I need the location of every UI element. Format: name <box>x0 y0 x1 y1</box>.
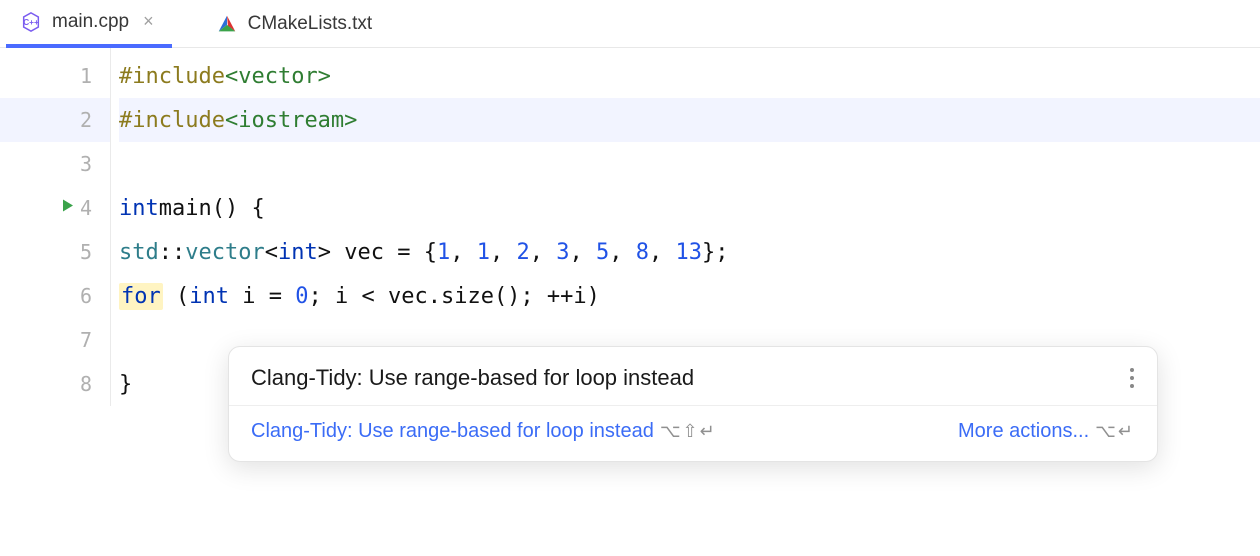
tab-cmakelists[interactable]: CMakeLists.txt <box>202 0 387 48</box>
more-actions-link[interactable]: More actions... <box>958 420 1089 443</box>
code-line[interactable]: int main() { <box>119 186 1260 230</box>
tab-bar: C++ main.cpp × CMakeLists.txt <box>0 0 1260 48</box>
line-number: 8 <box>62 372 92 396</box>
tab-label: main.cpp <box>52 11 129 33</box>
run-icon[interactable] <box>60 198 76 219</box>
shortcut-label: ⌥↵ <box>1095 421 1135 442</box>
cmake-file-icon <box>216 13 238 35</box>
code-line[interactable]: std::vector<int> vec = {1, 1, 2, 3, 5, 8… <box>119 230 1260 274</box>
line-number: 1 <box>62 64 92 88</box>
line-number: 6 <box>62 284 92 308</box>
svg-text:C++: C++ <box>23 17 39 26</box>
code-line[interactable] <box>119 142 1260 186</box>
warning-highlight[interactable]: for <box>119 283 163 310</box>
code-line[interactable]: #include <iostream> <box>119 98 1260 142</box>
inspection-tooltip: Clang-Tidy: Use range-based for loop ins… <box>228 346 1158 462</box>
tab-main-cpp[interactable]: C++ main.cpp × <box>6 0 172 48</box>
line-number: 5 <box>62 240 92 264</box>
tab-label: CMakeLists.txt <box>248 13 373 35</box>
tooltip-separator <box>229 405 1157 406</box>
line-number: 7 <box>62 328 92 352</box>
gutter: 1 2 3 4 5 6 7 8 <box>0 48 110 406</box>
code-line[interactable]: for (int i = 0; i < vec.size(); ++i) <box>119 274 1260 318</box>
close-icon[interactable]: × <box>139 11 158 32</box>
shortcut-label: ⌥⇧↵ <box>660 421 717 442</box>
cpp-file-icon: C++ <box>20 11 42 33</box>
more-menu-icon[interactable] <box>1129 367 1135 389</box>
tooltip-title: Clang-Tidy: Use range-based for loop ins… <box>251 365 694 391</box>
line-number: 2 <box>62 108 92 132</box>
line-number: 3 <box>62 152 92 176</box>
code-line[interactable]: #include <vector> <box>119 54 1260 98</box>
quickfix-link[interactable]: Clang-Tidy: Use range-based for loop ins… <box>251 420 654 443</box>
